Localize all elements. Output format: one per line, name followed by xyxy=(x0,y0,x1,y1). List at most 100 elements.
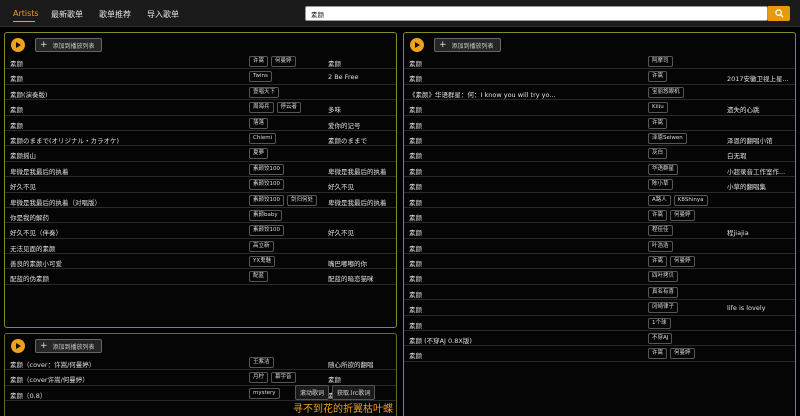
song-row[interactable]: 善良的素颜小可爱 YX鬼魅 嘴巴嘟嘟的你 xyxy=(5,254,396,270)
artist-chip[interactable]: 许嵩 xyxy=(648,71,668,83)
artist-chip[interactable]: 四叶拷贝 xyxy=(648,271,679,283)
song-row[interactable]: 《素颜》华语群星：何：I know you will try yo... 宝丽悠眼… xyxy=(404,85,795,101)
song-row[interactable]: 无法见面的素颜 高立新 xyxy=(5,239,396,255)
song-title[interactable]: 卑微是我最后的执着 xyxy=(10,166,69,176)
song-title[interactable]: 素颜 xyxy=(10,104,23,114)
song-title[interactable]: 素颜 xyxy=(409,150,422,160)
song-row[interactable]: 素颜 冈崎律子 life is lovely xyxy=(404,300,795,316)
song-title[interactable]: 素颜 xyxy=(10,120,23,130)
song-title[interactable]: 好久不见（伴奏） xyxy=(10,227,62,237)
artist-chip[interactable]: 何曼婷 xyxy=(670,348,695,360)
song-row[interactable]: 素颜 真名有喜 xyxy=(404,285,795,301)
song-title[interactable]: 善良的素颜小可爱 xyxy=(10,258,62,268)
song-title[interactable]: 素颜 xyxy=(409,227,422,237)
song-row[interactable]: 素颜 程佳佳 程jiajia xyxy=(404,223,795,239)
song-row[interactable]: 素颜 A路人 K8Shinya xyxy=(404,193,795,208)
artist-chip[interactable]: 素颜baby xyxy=(249,209,282,221)
artist-chip[interactable]: Kiiiu xyxy=(648,102,668,114)
artist-chip[interactable]: 素颜饺100 xyxy=(249,225,284,237)
get-lrc-button[interactable]: 获取.lrc歌词 xyxy=(332,385,376,400)
album-name[interactable]: 随心所欲的翻唱 xyxy=(328,359,374,369)
artist-chip[interactable]: 灰白 xyxy=(648,148,668,160)
artist-chip[interactable]: 月柠 xyxy=(249,372,269,384)
song-title[interactable]: 素颜 xyxy=(409,73,422,83)
album-name[interactable]: 素颜のままで xyxy=(328,135,367,145)
song-title[interactable]: 素颜 xyxy=(409,135,422,145)
song-title[interactable]: 《素颜》华语群星：何：I know you will try yo... xyxy=(409,89,556,99)
song-title[interactable]: 素颜 xyxy=(409,320,422,330)
song-title[interactable]: 素颜 xyxy=(409,350,422,360)
song-row[interactable]: 素颜(演奏版) 壹唱天下 xyxy=(5,85,396,101)
add-to-playlist-button[interactable]: + 添加到播放列表 xyxy=(35,339,102,353)
song-row[interactable]: 素颜 周海兵 停云者 多味 xyxy=(5,100,396,116)
song-row[interactable]: 素颜 Twins 2 Be Free xyxy=(5,69,396,85)
song-title[interactable]: 素颜 xyxy=(409,273,422,283)
song-row[interactable]: 卑微是我最后的执着（对唱版） 素颜饺100 剑归何处 卑微是我最后的执着 xyxy=(5,193,396,208)
artist-chip[interactable]: 宝丽悠眼机 xyxy=(648,86,684,98)
song-row[interactable]: 素颜 灰白 白无瑕 xyxy=(404,146,795,162)
song-title[interactable]: 素颜 xyxy=(10,73,23,83)
song-row[interactable]: 素颜 许嵩 何曼婷 素颜 xyxy=(5,54,396,70)
artist-chip[interactable]: 许嵩 xyxy=(648,209,668,221)
song-title[interactable]: 素颜 (不穿AJ 0.8X版) xyxy=(409,335,472,345)
play-all-button[interactable] xyxy=(11,339,25,353)
song-row[interactable]: 素颜 许嵩 何曼婷 xyxy=(404,208,795,224)
artist-chip[interactable]: A路人 xyxy=(648,194,671,206)
song-row[interactable]: 配蓝的伪素颜 配蓝 配蓝的暗恋猫咪 xyxy=(5,269,396,285)
play-all-button[interactable] xyxy=(410,38,424,52)
album-name[interactable]: 好久不见 xyxy=(328,181,354,191)
song-row[interactable]: 好久不见 素颜饺100 好久不见 xyxy=(5,177,396,193)
album-name[interactable]: 白无瑕 xyxy=(727,150,747,160)
artist-chip[interactable]: 素颜饺100 xyxy=(249,163,284,175)
artist-chip[interactable]: 许嵩 xyxy=(648,348,668,360)
artist-chip[interactable]: 剑归何处 xyxy=(287,194,318,206)
album-name[interactable]: 卑微是我最后的执着 xyxy=(328,197,387,207)
song-row[interactable]: 素颜 许嵩 xyxy=(404,116,795,131)
song-row[interactable]: 好久不见（伴奏） 素颜饺100 好久不见 xyxy=(5,223,396,239)
song-row[interactable]: 素颜摇山 夏夢 xyxy=(5,146,396,162)
artist-chip[interactable]: 许嵩 xyxy=(648,117,668,129)
album-name[interactable]: life is lovely xyxy=(727,304,766,312)
add-to-playlist-button[interactable]: + 添加到播放列表 xyxy=(35,38,102,52)
album-name[interactable]: 遗失的心跳 xyxy=(727,104,760,114)
album-name[interactable]: 配蓝的暗恋猫咪 xyxy=(328,273,374,283)
artist-chip[interactable]: 何曼婷 xyxy=(670,209,695,221)
artist-chip[interactable]: Chiemi xyxy=(249,132,277,144)
song-title[interactable]: 素颜（cover许嵩/何曼婷） xyxy=(10,374,89,384)
song-title[interactable]: 素颜 xyxy=(409,212,422,222)
tab-recommended-playlists[interactable]: 歌单推荐 xyxy=(99,9,131,20)
artist-chip[interactable]: 阿摩司 xyxy=(648,56,673,67)
album-name[interactable]: 素颜 xyxy=(328,58,341,68)
song-title[interactable]: 素颜 xyxy=(409,289,422,299)
song-row[interactable]: 素颜 许嵩 2017安徽卫视上星... xyxy=(404,69,795,85)
song-row[interactable]: 素颜 四叶拷贝 xyxy=(404,269,795,285)
album-name[interactable]: 好久不见 xyxy=(328,227,354,237)
song-title[interactable]: 素颜 xyxy=(409,258,422,268)
song-title[interactable]: 素颜摇山 xyxy=(10,150,36,160)
artist-chip[interactable]: 不穿AJ xyxy=(648,333,673,345)
artist-chip[interactable]: 高立新 xyxy=(249,240,274,252)
song-row[interactable]: 素颜 落落 爱你的记号 xyxy=(5,116,396,131)
album-name[interactable]: 泽恩的翻唱小馆 xyxy=(727,135,773,145)
song-row[interactable]: 素颜 (不穿AJ 0.8X版) 不穿AJ xyxy=(404,331,795,347)
song-row[interactable]: 素颜 许嵩 何曼婷 xyxy=(404,346,795,362)
song-row[interactable]: 素颜 Kiiiu 遗失的心跳 xyxy=(404,100,795,116)
artist-chip[interactable]: 素颜饺100 xyxy=(249,179,284,191)
song-title[interactable]: 素颜（cover：许嵩/何曼婷） xyxy=(10,359,95,369)
play-all-button[interactable] xyxy=(11,38,25,52)
song-row[interactable]: 素颜 1个球 xyxy=(404,316,795,332)
song-title[interactable]: 素颜 xyxy=(409,166,422,176)
album-name[interactable]: 2 Be Free xyxy=(328,73,359,81)
song-title[interactable]: 无法见面的素颜 xyxy=(10,243,56,253)
song-title[interactable]: 素颜 xyxy=(10,58,23,68)
artist-chip[interactable]: 落落 xyxy=(249,117,269,129)
song-row[interactable]: 素颜のままで(オリジナル・カラオケ) Chiemi 素颜のままで xyxy=(5,131,396,147)
song-row[interactable]: 素颜 泽恩Seiwen 泽恩的翻唱小馆 xyxy=(404,131,795,147)
artist-chip[interactable]: 陈小草 xyxy=(648,179,673,191)
song-title[interactable]: 配蓝的伪素颜 xyxy=(10,273,49,283)
artist-chip[interactable]: 华语群星 xyxy=(648,163,679,175)
artist-chip[interactable]: 程佳佳 xyxy=(648,225,673,237)
album-name[interactable]: 小草的翻唱集 xyxy=(727,181,766,191)
song-row[interactable]: 你是我的解药 素颜baby xyxy=(5,208,396,224)
album-name[interactable]: 嘴巴嘟嘟的你 xyxy=(328,258,367,268)
